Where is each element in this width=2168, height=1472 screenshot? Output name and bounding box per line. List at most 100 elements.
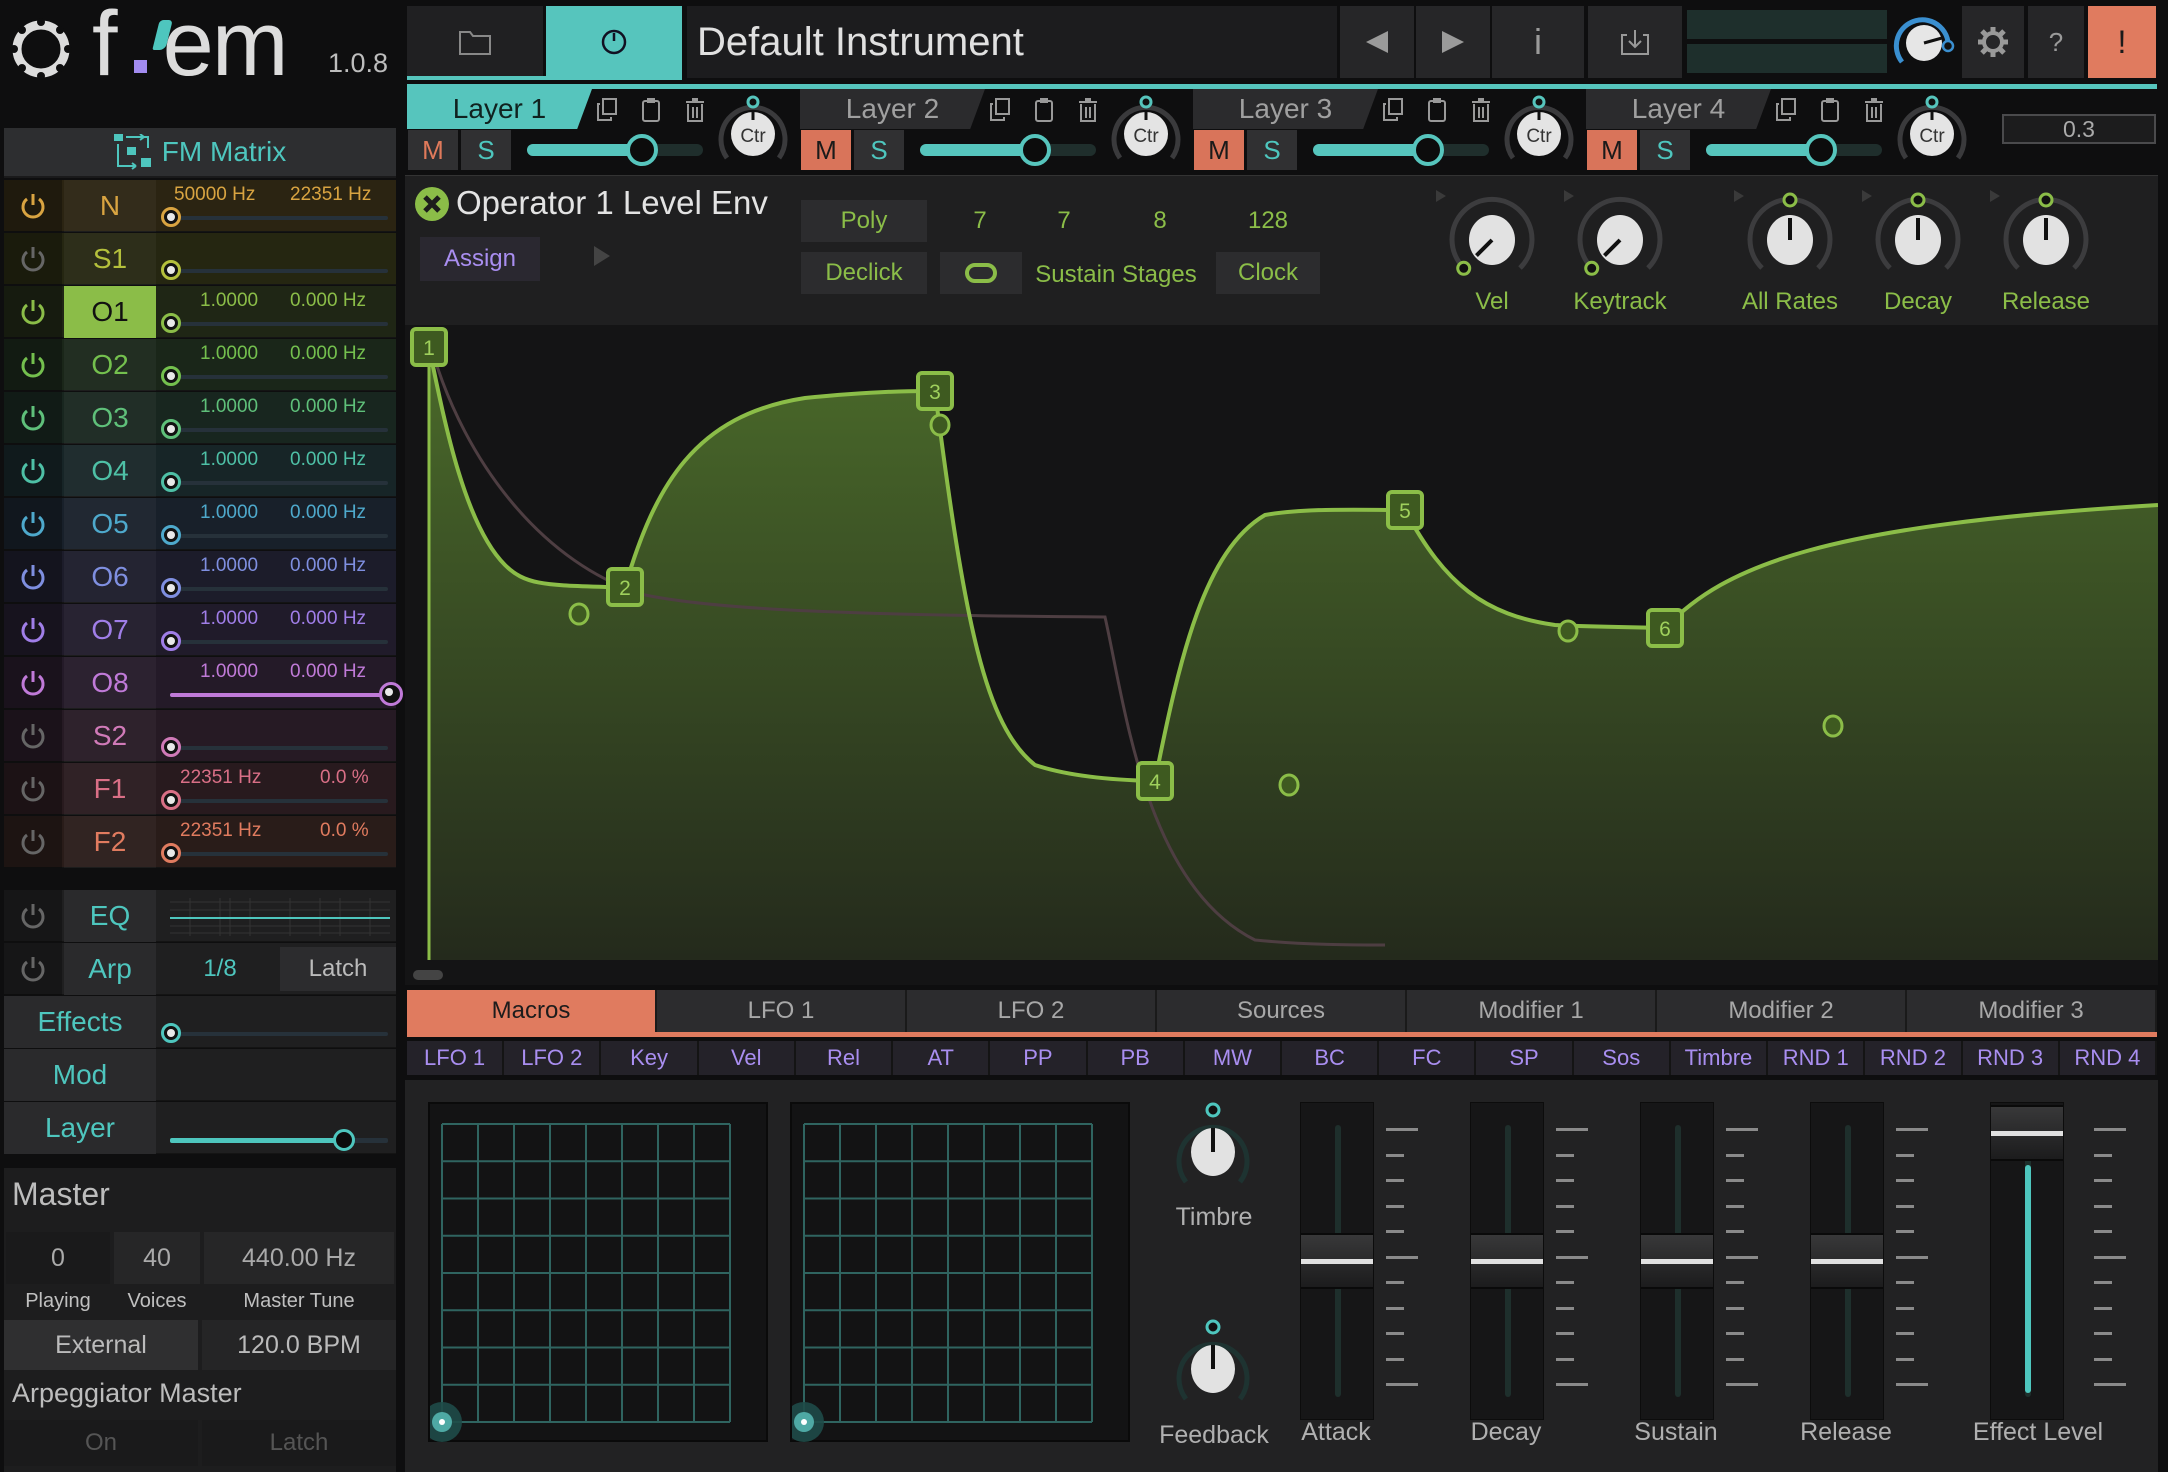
trash-layer-button[interactable] — [681, 96, 709, 124]
power-button[interactable] — [4, 763, 62, 815]
eq-power-button[interactable] — [4, 890, 62, 942]
curve-handle[interactable] — [1278, 773, 1300, 797]
value-2[interactable]: 0.000 Hz — [290, 555, 366, 577]
env-num-3[interactable]: 8 — [1120, 200, 1200, 242]
value-1[interactable]: 1.0000 — [200, 502, 258, 524]
amount-slider-thumb[interactable] — [161, 472, 181, 492]
tab-lfo-1[interactable]: LFO 1 — [657, 990, 907, 1032]
save-button[interactable] — [1588, 6, 1682, 78]
trash-layer-button[interactable] — [1860, 96, 1888, 124]
trash-layer-button[interactable] — [1074, 96, 1102, 124]
curve-handle[interactable] — [1557, 619, 1579, 643]
solo-button[interactable]: S — [854, 130, 904, 170]
arp-master-on-button[interactable]: On — [4, 1420, 198, 1466]
fader-cap[interactable] — [1301, 1233, 1373, 1289]
clock-button[interactable]: Clock — [1216, 252, 1320, 294]
layer-button[interactable]: Layer — [4, 1102, 156, 1154]
operator-select-button[interactable]: F1 — [64, 763, 156, 815]
eq-curve-preview[interactable] — [170, 896, 390, 936]
fader-cap[interactable] — [1471, 1233, 1543, 1289]
next-preset-button[interactable] — [1416, 6, 1490, 78]
xy-pad-1[interactable] — [422, 1102, 768, 1442]
power-button[interactable] — [4, 286, 62, 338]
operator-select-button[interactable]: S1 — [64, 233, 156, 285]
fader-cap[interactable] — [1991, 1105, 2063, 1161]
amount-slider-thumb[interactable] — [161, 260, 181, 280]
arp-latch-button[interactable]: Latch — [280, 947, 396, 991]
paste-layer-button[interactable] — [1423, 96, 1451, 124]
mod-source-rnd-1[interactable]: RND 1 — [1768, 1041, 1866, 1075]
value-1[interactable]: 50000 Hz — [174, 184, 255, 206]
arp-master-latch-button[interactable]: Latch — [202, 1420, 396, 1466]
mute-button[interactable]: M — [1194, 130, 1244, 170]
paste-layer-button[interactable] — [637, 96, 665, 124]
amount-slider-thumb[interactable] — [161, 313, 181, 333]
amount-slider-track[interactable] — [170, 587, 388, 591]
amount-slider-track[interactable] — [170, 481, 388, 485]
mod-source-rnd-4[interactable]: RND 4 — [2059, 1041, 2157, 1075]
amount-slider-track[interactable] — [170, 799, 388, 803]
slider-thumb[interactable] — [1412, 134, 1445, 166]
layer-level-slider[interactable] — [1706, 134, 1882, 166]
effects-button[interactable]: Effects — [4, 996, 156, 1048]
mod-source-vel[interactable]: Vel — [698, 1041, 796, 1075]
curve-handle[interactable] — [568, 602, 590, 626]
pan-knob[interactable]: Ctr — [1892, 92, 1972, 172]
power-button[interactable] — [4, 233, 62, 285]
power-button[interactable] — [4, 816, 62, 868]
envelope-editor[interactable]: 1 2 3 4 5 6 — [405, 325, 2159, 985]
layer-tab-1[interactable]: Layer 1 — [407, 89, 592, 129]
amount-slider-thumb[interactable] — [161, 790, 181, 810]
declick-button[interactable]: Declick — [801, 252, 927, 294]
amount-slider-thumb[interactable] — [161, 207, 181, 227]
curve-handle[interactable] — [929, 413, 951, 437]
layer-level-slider[interactable] — [1313, 134, 1489, 166]
mod-source-rnd-2[interactable]: RND 2 — [1865, 1041, 1963, 1075]
amount-slider-track[interactable] — [170, 534, 388, 538]
xy-pad-2[interactable] — [784, 1102, 1130, 1442]
value-2[interactable]: 22351 Hz — [290, 184, 371, 206]
power-button[interactable] — [4, 657, 62, 709]
env-num-1[interactable]: 7 — [940, 200, 1020, 242]
browser-button[interactable] — [407, 6, 543, 78]
amount-slider-thumb[interactable] — [161, 525, 181, 545]
knob-release[interactable] — [1986, 178, 2106, 288]
amount-slider-track[interactable] — [170, 640, 388, 644]
mod-button[interactable]: Mod — [4, 1049, 156, 1101]
voices-value[interactable]: 40 — [114, 1232, 200, 1284]
fader-cap[interactable] — [1641, 1233, 1713, 1289]
operator-select-button[interactable]: S2 — [64, 710, 156, 762]
macro-knob-timbre[interactable] — [1158, 1100, 1268, 1200]
knob-all-rates[interactable] — [1730, 178, 1850, 288]
operator-select-button[interactable]: O8 — [64, 657, 156, 709]
power-button[interactable] — [4, 498, 62, 550]
close-icon[interactable] — [414, 186, 450, 222]
value-2[interactable]: 0.000 Hz — [290, 396, 366, 418]
poly-button[interactable]: Poly — [801, 200, 927, 242]
amount-slider-thumb[interactable] — [161, 737, 181, 757]
layer-slider-thumb[interactable] — [333, 1129, 356, 1151]
value-2[interactable]: 0.000 Hz — [290, 661, 366, 683]
assign-button[interactable]: Assign — [420, 237, 540, 281]
effects-slider-track[interactable] — [170, 1032, 388, 1036]
value-1[interactable]: 1.0000 — [200, 608, 258, 630]
slider-thumb[interactable] — [626, 134, 659, 166]
paste-layer-button[interactable] — [1816, 96, 1844, 124]
value-1[interactable]: 22351 Hz — [180, 767, 261, 789]
value-2[interactable]: 0.000 Hz — [290, 502, 366, 524]
slider-thumb[interactable] — [1805, 134, 1838, 166]
power-button[interactable] — [4, 392, 62, 444]
expand-arrow-icon[interactable] — [592, 244, 612, 268]
operator-select-button[interactable]: O2 — [64, 339, 156, 391]
solo-button[interactable]: S — [1640, 130, 1690, 170]
mod-source-key[interactable]: Key — [601, 1041, 699, 1075]
fader-sustain[interactable] — [1640, 1102, 1714, 1420]
mod-source-fc[interactable]: FC — [1379, 1041, 1477, 1075]
operator-select-button[interactable]: O7 — [64, 604, 156, 656]
copy-layer-button[interactable] — [986, 96, 1014, 124]
operator-select-button[interactable]: O4 — [64, 445, 156, 497]
settings-button[interactable] — [1962, 6, 2024, 78]
power-button[interactable] — [4, 710, 62, 762]
tab-macros[interactable]: Macros — [407, 990, 657, 1032]
operator-select-button[interactable]: O3 — [64, 392, 156, 444]
